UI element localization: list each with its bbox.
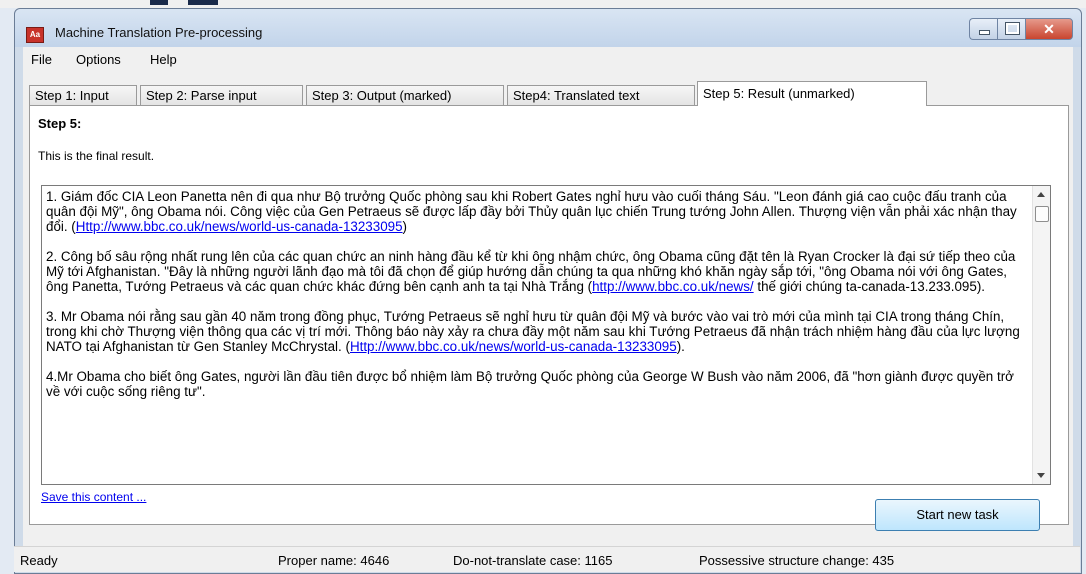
status-proper-name: Proper name: 4646 [278, 553, 390, 568]
minimize-icon [979, 30, 990, 35]
menu-file[interactable]: File [31, 52, 52, 67]
caption-buttons: ✕ [969, 18, 1073, 40]
scroll-down-icon[interactable] [1037, 473, 1045, 478]
result-paragraph: 2. Công bố sâu rộng nhất rung lên của cá… [46, 249, 1026, 294]
source-link[interactable]: http://www.bbc.co.uk/news/ [592, 279, 754, 294]
taskbar-fragment [150, 0, 168, 5]
status-ready: Ready [20, 553, 58, 568]
menu-help[interactable]: Help [150, 52, 177, 67]
result-paragraph: 4.Mr Obama cho biết ông Gates, người lần… [46, 369, 1026, 399]
start-new-task-button[interactable]: Start new task [875, 499, 1040, 531]
result-textbox[interactable]: 1. Giám đốc CIA Leon Panetta nên đi qua … [41, 185, 1051, 485]
desktop-strip [0, 0, 1086, 8]
step-heading: Step 5: [38, 116, 82, 131]
source-link[interactable]: Http://www.bbc.co.uk/news/world-us-canad… [76, 219, 403, 234]
tab-step5-result-unmarked[interactable]: Step 5: Result (unmarked) [697, 81, 927, 106]
source-link[interactable]: Http://www.bbc.co.uk/news/world-us-canad… [350, 339, 677, 354]
tab-step3-output-marked[interactable]: Step 3: Output (marked) [306, 85, 504, 105]
step5-panel: Step 5: This is the final result. 1. Giá… [29, 105, 1069, 531]
menu-options[interactable]: Options [76, 52, 121, 67]
tab-step1-input[interactable]: Step 1: Input [29, 85, 137, 105]
step-description: This is the final result. [38, 149, 155, 163]
client-area: File Options Help Step 1: Input Step 2: … [23, 47, 1073, 547]
paragraph-suffix: thế giới chúng ta-canada-13.233.095). [753, 279, 985, 294]
maximize-icon [1005, 22, 1020, 35]
paragraph-suffix: ) [402, 219, 408, 234]
status-do-not-translate: Do-not-translate case: 1165 [453, 553, 613, 568]
tab-step2-parse-input[interactable]: Step 2: Parse input [140, 85, 303, 105]
title-bar[interactable]: Aa Machine Translation Pre-processing ✕ [15, 9, 1081, 47]
app-icon: Aa [26, 27, 44, 43]
vertical-scrollbar[interactable] [1032, 186, 1050, 484]
taskbar-fragment [188, 0, 218, 5]
result-paragraph: 3. Mr Obama nói rằng sau gần 40 năm tron… [46, 309, 1026, 354]
scroll-thumb[interactable] [1035, 206, 1049, 222]
tab-step4-translated-text[interactable]: Step4: Translated text [507, 85, 695, 105]
scroll-up-icon[interactable] [1037, 192, 1045, 197]
close-button[interactable]: ✕ [1025, 18, 1073, 40]
paragraph-suffix: ). [676, 339, 685, 354]
paragraph-text: 4.Mr Obama cho biết ông Gates, người lần… [46, 369, 1014, 399]
maximize-button[interactable] [997, 18, 1025, 40]
save-content-link[interactable]: Save this content ... [41, 490, 146, 504]
status-possessive: Possessive structure change: 435 [699, 553, 895, 568]
status-bar: Ready Proper name: 4646 Do-not-translate… [14, 546, 1080, 572]
menu-bar: File Options Help [23, 47, 1073, 73]
close-icon: ✕ [1043, 21, 1055, 37]
result-paragraph: 1. Giám đốc CIA Leon Panetta nên đi qua … [46, 189, 1026, 234]
window-title: Machine Translation Pre-processing [55, 25, 263, 40]
result-content: 1. Giám đốc CIA Leon Panetta nên đi qua … [46, 189, 1026, 414]
minimize-button[interactable] [969, 18, 997, 40]
app-window: Aa Machine Translation Pre-processing ✕ … [14, 8, 1082, 574]
